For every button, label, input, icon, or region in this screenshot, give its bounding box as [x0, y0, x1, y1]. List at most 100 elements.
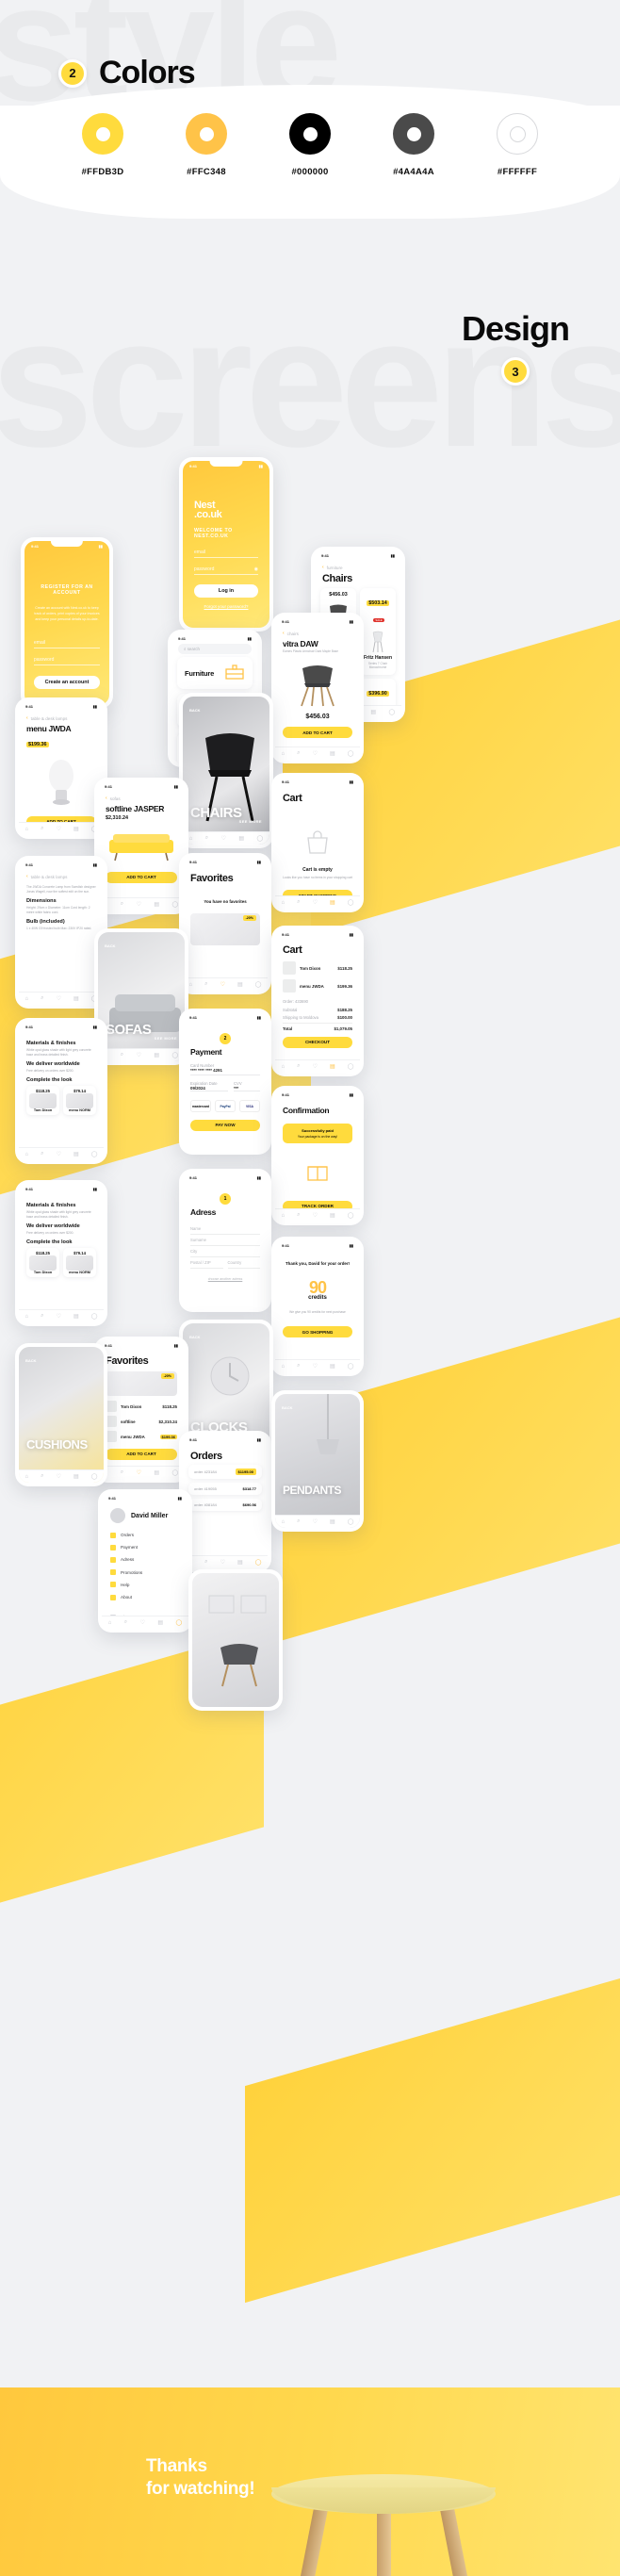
search-input[interactable]: ⌕ search: [178, 644, 252, 655]
tab-profile-icon[interactable]: ◯: [172, 1052, 179, 1058]
menu-item-promotions[interactable]: Promotions: [102, 1567, 188, 1579]
favorite-suggestion-card[interactable]: -20%: [190, 913, 260, 945]
tab-search-icon[interactable]: ⌕: [124, 1619, 127, 1626]
favorite-row[interactable]: menu JWDA $199.36: [106, 1431, 177, 1442]
tab-profile-icon[interactable]: ◯: [255, 981, 262, 988]
tab-search-icon[interactable]: ⌕: [297, 750, 300, 757]
add-to-cart-button[interactable]: ADD TO CART: [106, 1449, 177, 1460]
tab-cart-icon[interactable]: ▤: [330, 899, 335, 906]
tab-home-icon[interactable]: ⌂: [189, 836, 193, 842]
payment-method-paypal[interactable]: PayPal: [215, 1100, 236, 1112]
tab-search-icon[interactable]: ⌕: [41, 1473, 43, 1480]
related-product-card[interactable]: $79.14 menu NORM: [63, 1248, 96, 1278]
favorite-row[interactable]: softline $2,310.24: [106, 1416, 177, 1427]
tab-search-icon[interactable]: ⌕: [297, 1518, 300, 1525]
menu-item-help[interactable]: Help: [102, 1579, 188, 1591]
payment-method-mastercard[interactable]: mastercard: [190, 1100, 211, 1112]
tab-bar[interactable]: ⌂⌕♡▤◯: [98, 1466, 185, 1479]
tab-favorites-icon[interactable]: ♡: [140, 1619, 145, 1626]
tab-home-icon[interactable]: ⌂: [25, 996, 29, 1002]
breadcrumb[interactable]: ‹ table & desk lamps: [26, 874, 96, 879]
tab-favorites-icon[interactable]: ♡: [57, 1151, 61, 1157]
tab-bar[interactable]: ⌂⌕♡▤◯: [102, 1616, 188, 1629]
tab-profile-icon[interactable]: ◯: [91, 1473, 98, 1480]
tab-bar[interactable]: ⌂⌕♡▤◯: [275, 1359, 360, 1372]
menu-item-about[interactable]: About: [102, 1591, 188, 1603]
tab-cart-icon[interactable]: ▤: [330, 1212, 335, 1219]
tab-profile-icon[interactable]: ◯: [348, 750, 354, 757]
eye-icon[interactable]: ◉: [254, 566, 258, 572]
tab-search-icon[interactable]: ⌕: [297, 899, 300, 906]
tab-bar[interactable]: ⌂⌕♡▤◯: [19, 1469, 104, 1483]
tab-profile-icon[interactable]: ◯: [389, 709, 396, 715]
favorite-hero-card[interactable]: -20%: [106, 1371, 177, 1396]
tab-profile-icon[interactable]: ◯: [172, 901, 179, 908]
tab-profile-icon[interactable]: ◯: [172, 1469, 179, 1476]
tab-cart-icon[interactable]: ▤: [330, 1518, 335, 1525]
pay-now-button[interactable]: PAY NOW: [190, 1120, 260, 1131]
tab-favorites-icon[interactable]: ♡: [57, 1473, 61, 1480]
tab-profile-icon[interactable]: ◯: [348, 1518, 354, 1525]
menu-item-adress[interactable]: Adress: [102, 1553, 188, 1566]
tab-favorites-icon[interactable]: ♡: [137, 1469, 141, 1476]
back-button[interactable]: BACK: [189, 708, 201, 713]
tab-search-icon[interactable]: ⌕: [121, 1052, 123, 1058]
checkout-button[interactable]: CHECKOUT: [283, 1037, 352, 1048]
category-furniture[interactable]: Furniture: [177, 657, 253, 690]
tab-cart-icon[interactable]: ▤: [330, 1363, 335, 1370]
tab-favorites-icon[interactable]: ♡: [137, 1052, 141, 1058]
tab-favorites-icon[interactable]: ♡: [220, 1559, 225, 1566]
see-more-link[interactable]: SEE MORE: [239, 819, 262, 824]
tab-search-icon[interactable]: ⌕: [205, 835, 208, 842]
tab-favorites-icon[interactable]: ♡: [57, 995, 61, 1002]
tab-favorites-icon[interactable]: ♡: [313, 899, 318, 906]
tab-cart-icon[interactable]: ▤: [157, 1619, 163, 1626]
tab-favorites-icon[interactable]: ♡: [313, 1063, 318, 1070]
tab-bar[interactable]: ⌂⌕♡▤◯: [275, 747, 360, 760]
tab-profile-icon[interactable]: ◯: [348, 899, 354, 906]
payment-method-visa[interactable]: VISA: [239, 1100, 260, 1112]
tab-home-icon[interactable]: ⌂: [282, 900, 286, 906]
tab-favorites-icon[interactable]: ♡: [313, 1212, 318, 1219]
tab-cart-icon[interactable]: ▤: [370, 709, 376, 715]
tab-bar[interactable]: ⌂ ⌕ ♡ ▤ ◯: [275, 895, 360, 909]
tab-cart-icon[interactable]: ▤: [73, 826, 79, 832]
related-product-card[interactable]: $118.25 Tom Dixon: [26, 1248, 59, 1278]
tab-profile-icon[interactable]: ◯: [91, 1151, 98, 1157]
tab-favorites-icon[interactable]: ♡: [220, 981, 225, 988]
tab-favorites-icon[interactable]: ♡: [313, 750, 318, 757]
breadcrumb[interactable]: ‹ sofas: [106, 796, 177, 801]
tab-bar[interactable]: ⌂⌕♡▤◯: [19, 1147, 104, 1160]
email-field[interactable]: email: [34, 640, 100, 649]
tab-profile-icon[interactable]: ◯: [255, 1559, 262, 1566]
back-button[interactable]: BACK: [282, 1405, 293, 1410]
tab-profile-icon[interactable]: ◯: [176, 1619, 183, 1626]
tab-home-icon[interactable]: ⌂: [282, 1519, 286, 1525]
order-row[interactable]: order 423184 $1195.00: [188, 1465, 262, 1479]
tab-cart-icon[interactable]: ▤: [330, 1063, 335, 1070]
tab-search-icon[interactable]: ⌕: [41, 1151, 43, 1157]
avatar[interactable]: [110, 1508, 125, 1523]
tab-search-icon[interactable]: ⌕: [204, 981, 207, 988]
tab-bar[interactable]: ⌂⌕♡▤◯: [19, 822, 104, 835]
tab-favorites-icon[interactable]: ♡: [137, 901, 141, 908]
tab-home-icon[interactable]: ⌂: [25, 1474, 29, 1480]
color-swatch[interactable]: #FFDB3D: [78, 113, 127, 177]
add-to-cart-button[interactable]: ADD TO CART: [283, 727, 352, 739]
menu-item-orders[interactable]: Orders: [102, 1529, 188, 1541]
tab-favorites-icon[interactable]: ♡: [221, 835, 226, 842]
tab-cart-icon[interactable]: ▤: [73, 995, 79, 1002]
see-more-link[interactable]: SEE MORE: [155, 1036, 177, 1041]
related-product-card[interactable]: $79.14 menu NORM: [63, 1086, 96, 1116]
tab-cart-icon[interactable]: ▤: [237, 1559, 243, 1566]
color-swatch[interactable]: #FFC348: [182, 113, 231, 177]
tab-cart-icon[interactable]: ▤: [154, 1469, 159, 1476]
tab-search-icon[interactable]: ⌕: [121, 1469, 123, 1476]
password-field[interactable]: password ◉: [194, 566, 258, 576]
tab-search-icon[interactable]: ⌕: [121, 901, 123, 908]
tab-bar[interactable]: ⌂⌕♡▤◯: [183, 1555, 268, 1568]
tab-bar[interactable]: ⌂⌕♡▤◯: [98, 897, 185, 911]
tab-search-icon[interactable]: ⌕: [41, 1313, 43, 1320]
forgot-password-link[interactable]: Forgot your password?: [194, 604, 258, 609]
add-to-cart-button[interactable]: ADD TO CART: [106, 872, 177, 883]
